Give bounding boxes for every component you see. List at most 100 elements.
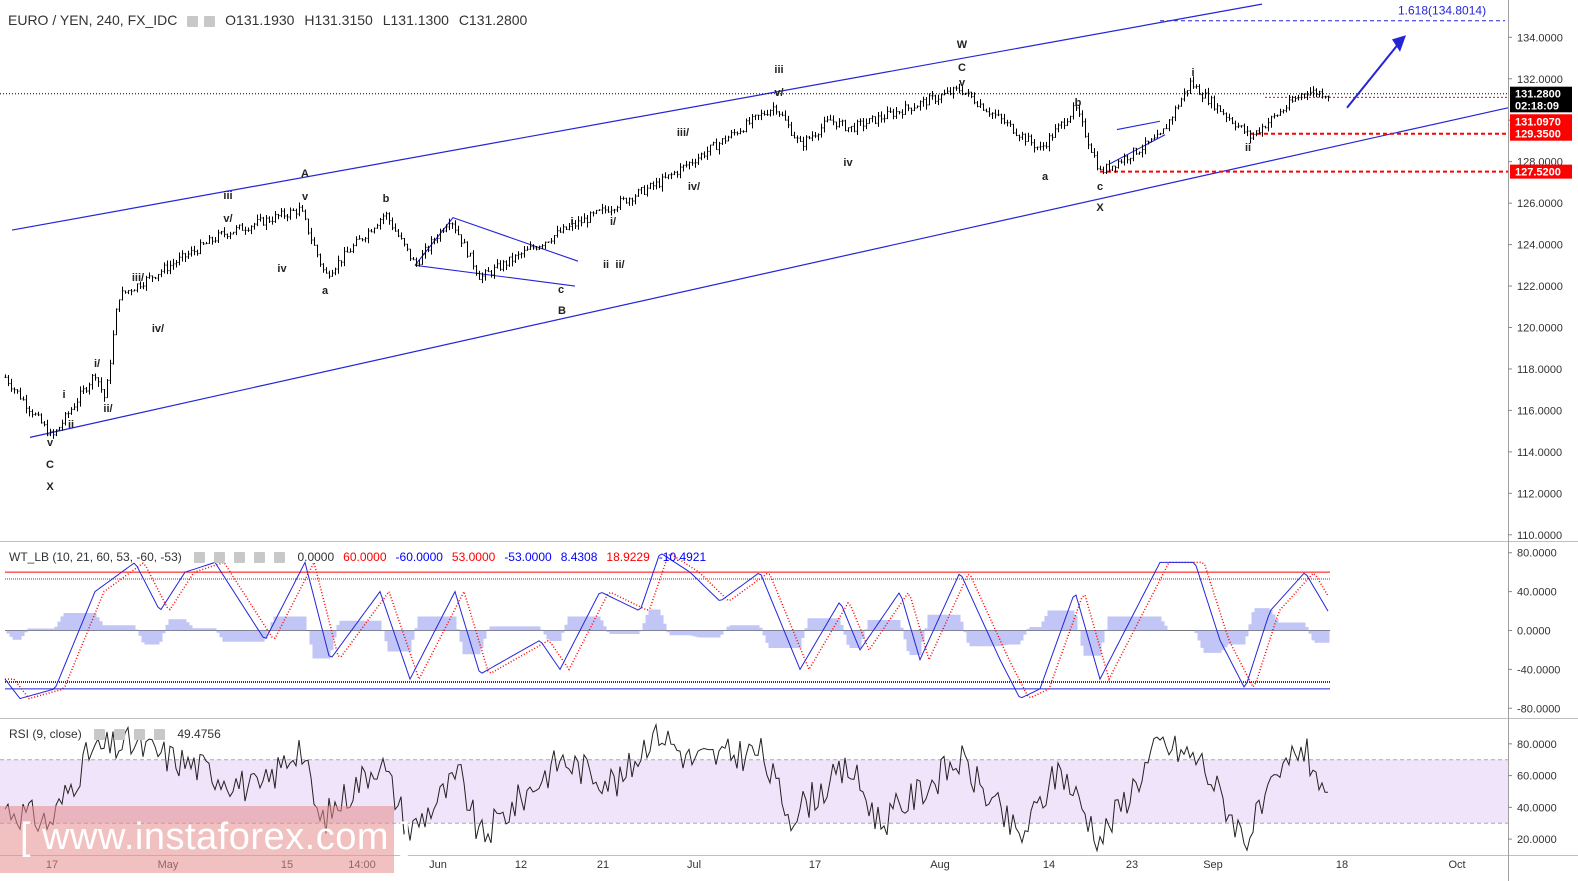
rsi-header: RSI (9, close) 49.4756 — [9, 727, 230, 741]
wt-tick-label: 40.0000 — [1517, 587, 1557, 599]
source-icon[interactable] — [234, 552, 246, 564]
wave-label: v/ — [223, 213, 232, 225]
wave-label: X — [46, 481, 54, 493]
wt-lb-value: 53.0000 — [451, 550, 496, 564]
wt-tick-label: 80.0000 — [1517, 548, 1557, 560]
wave-label: i — [1191, 67, 1194, 79]
time-tick-label: 17 — [809, 859, 821, 871]
wave-label: C — [46, 459, 54, 471]
wt-lb-pane — [4, 553, 1330, 700]
wave-label: b — [383, 193, 390, 205]
open-value: O131.1930 — [225, 12, 295, 28]
wt-tick-label: -80.0000 — [1517, 703, 1560, 715]
wave-label: ii — [1245, 142, 1251, 154]
wave-label: A — [301, 168, 309, 180]
low-value: L131.1300 — [382, 12, 449, 28]
wave-label: X — [1096, 202, 1104, 214]
price-label-text: 02:18:09 — [1515, 100, 1559, 112]
chart-header: EURO / YEN, 240, FX_IDC O131.1930 H131.3… — [8, 12, 533, 28]
wt-lb-value: -60.0000 — [395, 550, 443, 564]
close-value: C131.2800 — [458, 12, 528, 28]
close-icon[interactable] — [274, 552, 286, 564]
plus-icon[interactable] — [134, 729, 146, 741]
wave-label: i — [62, 389, 65, 401]
high-value: H131.3150 — [304, 12, 373, 28]
price-tick-label: 118.0000 — [1517, 364, 1562, 376]
wave-label: b — [1075, 97, 1082, 109]
wave-label: v/ — [774, 87, 783, 99]
wt-lb-value: -53.0000 — [504, 550, 552, 564]
time-tick-label: 23 — [1126, 859, 1138, 871]
rsi-value: 49.4756 — [177, 727, 221, 741]
price-tick-label: 116.0000 — [1517, 405, 1562, 417]
price-tick-label: 110.0000 — [1517, 530, 1562, 542]
wave-label: iii/ — [132, 272, 144, 284]
wave-label: C — [958, 62, 966, 74]
eye-icon[interactable] — [94, 729, 106, 741]
time-tick-label: 18 — [1336, 859, 1348, 871]
wt-lb-values: 0.0000 60.0000 -60.0000 53.0000 -53.0000 8.43… — [297, 550, 715, 564]
symbol-title: EURO / YEN, 240, FX_IDC — [8, 12, 178, 28]
time-tick-label: 12 — [515, 859, 527, 871]
wt-tick-label: -40.0000 — [1517, 664, 1560, 676]
time-tick-label: Aug — [930, 859, 950, 871]
wt-lb-value: 8.4308 — [560, 550, 598, 564]
price-tick-label: 132.0000 — [1517, 74, 1563, 86]
wave-label: ii — [603, 259, 609, 271]
watermark-text: [ www.instaforex.com ] — [20, 816, 412, 858]
wave-label: v — [47, 437, 54, 449]
wave-label: a — [1042, 171, 1049, 183]
close-icon[interactable] — [154, 729, 166, 741]
rsi-tick-label: 60.0000 — [1517, 771, 1557, 783]
time-tick-label: Jul — [687, 859, 701, 871]
eye-icon[interactable] — [187, 15, 199, 27]
wave-label: c — [558, 284, 564, 296]
rsi-tick-label: 40.0000 — [1517, 802, 1557, 814]
fib-extension-label: 1.618(134.8014) — [1398, 4, 1486, 18]
time-tick-label: Jun — [429, 859, 447, 871]
wave-label: iii — [774, 64, 783, 76]
price-tick-label: 126.0000 — [1517, 198, 1563, 210]
price-pane: 1.618(134.8014)vCXiiii/ii/iii/iv/iiiv/iv… — [0, 3, 1509, 493]
time-tick-label: Oct — [1448, 859, 1465, 871]
wave-label: B — [558, 305, 566, 317]
price-tick-label: 112.0000 — [1517, 488, 1562, 500]
price-label-text: 129.3500 — [1515, 129, 1561, 141]
time-tick-label: Sep — [1203, 859, 1223, 871]
wave-label: i/ — [94, 358, 100, 370]
settings-icon[interactable] — [214, 552, 226, 564]
wt-tick-label: 0.0000 — [1517, 626, 1551, 638]
wave-label: iv/ — [688, 181, 700, 193]
rsi-title: RSI (9, close) — [9, 727, 82, 741]
wave-label: i/ — [610, 216, 616, 228]
channel-lower-line — [29, 107, 1509, 438]
plus-icon[interactable] — [254, 552, 266, 564]
chart-canvas[interactable]: 1.618(134.8014)vCXiiii/ii/iii/iv/iiiv/iv… — [0, 0, 1578, 881]
wave-label: a — [322, 285, 329, 297]
wt-lb-value: 60.0000 — [343, 550, 387, 564]
wave-label: i — [570, 216, 573, 228]
wt-lb-header: WT_LB (10, 21, 60, 53, -60, -53) 0.0000 6… — [9, 550, 724, 564]
settings-icon[interactable] — [204, 15, 216, 27]
price-tick-label: 114.0000 — [1517, 447, 1562, 459]
price-label-text: 127.5200 — [1515, 167, 1561, 179]
wt-lb-title: WT_LB (10, 21, 60, 53, -60, -53) — [9, 550, 182, 564]
wave-label: ii — [68, 419, 74, 431]
axes: 134.0000132.0000130.0000128.0000126.0000… — [0, 0, 1578, 881]
eye-icon[interactable] — [194, 552, 206, 564]
wave-label: v — [302, 191, 309, 203]
price-tick-label: 122.0000 — [1517, 281, 1563, 293]
wave-label: c — [1097, 181, 1103, 193]
rsi-tick-label: 20.0000 — [1517, 834, 1557, 846]
price-label-text: 131.0970 — [1515, 116, 1561, 128]
settings-icon[interactable] — [114, 729, 126, 741]
price-tick-label: 124.0000 — [1517, 240, 1563, 252]
triangle-lower-line — [1109, 134, 1166, 165]
wt-lb-value: 18.9229 — [606, 550, 650, 564]
wave-label: ii/ — [103, 403, 112, 415]
rsi-tick-label: 80.0000 — [1517, 739, 1557, 751]
time-tick-label: 21 — [597, 859, 609, 871]
wave-label: iii/ — [677, 127, 689, 139]
wave-label: iv — [843, 157, 853, 169]
wt-lb-value: -10.4921 — [658, 550, 707, 564]
